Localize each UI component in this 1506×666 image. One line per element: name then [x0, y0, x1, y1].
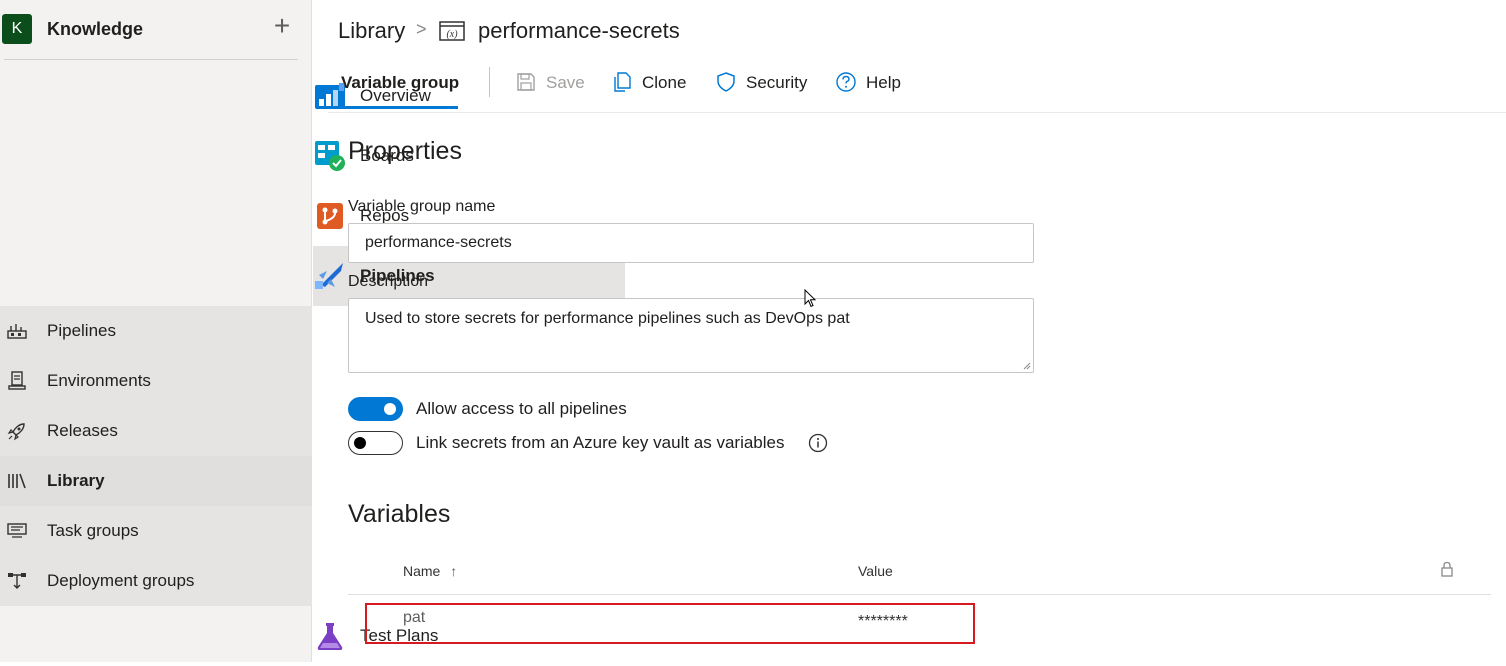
table-header-divider [348, 594, 1491, 595]
main-panel: Library > (x) performance-secrets Variab… [313, 0, 1506, 662]
link-keyvault-row: Link secrets from an Azure key vault as … [348, 431, 848, 457]
shield-icon [717, 72, 735, 92]
name-label: Variable group name [348, 198, 496, 215]
column-header-value[interactable]: Value [858, 563, 893, 579]
security-label: Security [746, 73, 808, 92]
nav-item-releases[interactable]: Releases [0, 406, 312, 456]
highlight-box [365, 603, 975, 644]
help-icon [836, 72, 856, 92]
properties-title: Properties [348, 137, 462, 165]
nav-label: Deployment groups [47, 571, 195, 590]
save-icon [517, 73, 535, 91]
allow-access-toggle[interactable] [348, 397, 403, 421]
sort-arrow-up-icon: ↑ [450, 563, 458, 579]
nav-label: Releases [47, 421, 118, 440]
toolbar-divider [489, 67, 490, 97]
help-label: Help [866, 73, 901, 92]
variable-group-icon: (x) [439, 21, 465, 41]
allow-access-label: Allow access to all pipelines [416, 399, 627, 418]
clone-label: Clone [642, 73, 687, 92]
nav-label: Environments [47, 371, 151, 390]
nav-item-environments[interactable]: Environments [0, 356, 312, 406]
mouse-cursor-icon [804, 289, 817, 308]
description-text: Used to store secrets for performance pi… [365, 310, 850, 327]
plus-icon[interactable]: + [268, 12, 296, 40]
link-keyvault-toggle[interactable] [348, 431, 403, 455]
nav-item-library[interactable]: Library [0, 456, 312, 506]
clone-icon [614, 72, 631, 92]
nav-item-pipelines[interactable]: Pipelines [0, 306, 312, 356]
task-groups-icon [7, 523, 27, 538]
description-textarea[interactable]: Used to store secrets for performance pi… [348, 298, 1034, 373]
tab-underline [340, 106, 458, 109]
project-header: K Knowledge + [0, 0, 312, 60]
divider [4, 59, 298, 60]
chevron-right-icon: > [416, 19, 427, 39]
toggle-knob [384, 403, 396, 415]
column-header-name[interactable]: Name ↑ [403, 563, 457, 579]
nav-label: Task groups [47, 521, 139, 540]
nav-item-deployment-groups[interactable]: Deployment groups [0, 556, 312, 606]
save-label: Save [546, 73, 585, 92]
variable-group-name-input[interactable] [348, 223, 1034, 263]
breadcrumb-current: performance-secrets [478, 18, 680, 43]
toggle-knob [354, 437, 366, 449]
sidebar: K Knowledge + Overview Boards Repos Pipe… [0, 0, 625, 662]
variables-title: Variables [348, 500, 451, 528]
nav-label: Pipelines [47, 321, 116, 340]
library-icon [8, 473, 26, 489]
allow-access-row: Allow access to all pipelines [348, 397, 748, 423]
svg-text:(x): (x) [446, 29, 458, 40]
project-name[interactable]: Knowledge [47, 19, 143, 40]
rocket-icon [7, 423, 25, 441]
lock-icon [1441, 561, 1453, 577]
toolbar-divider-line [328, 112, 1506, 113]
nav-item-task-groups[interactable]: Task groups [0, 506, 312, 556]
resize-grip-icon[interactable] [1023, 362, 1031, 370]
pipeline-rocket-icon [7, 324, 27, 339]
description-label: Description [348, 273, 429, 290]
project-avatar[interactable]: K [2, 14, 32, 44]
toolbar: Variable group Save Clone Security Help [328, 62, 1506, 113]
deployment-groups-icon [8, 573, 26, 589]
link-keyvault-label: Link secrets from an Azure key vault as … [416, 433, 785, 452]
breadcrumb-library[interactable]: Library [338, 18, 405, 44]
info-icon[interactable] [808, 433, 828, 453]
nav-label: Library [47, 471, 105, 490]
environments-icon [8, 371, 26, 390]
tab-label: Variable group [341, 73, 460, 92]
column-name-label: Name [403, 563, 441, 579]
